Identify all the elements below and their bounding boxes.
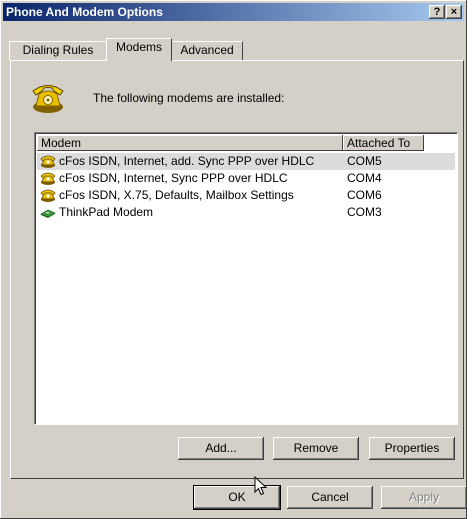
apply-label: Apply	[408, 490, 440, 504]
modem-row[interactable]: cFos ISDN, Internet, add. Sync PPP over …	[37, 153, 455, 170]
modem-name: ThinkPad Modem	[59, 205, 154, 219]
modem-card-icon	[40, 209, 56, 218]
modem-name: cFos ISDN, Internet, Sync PPP over HDLC	[59, 171, 288, 185]
remove-button[interactable]: Remove	[273, 437, 359, 460]
modem-port: COM4	[347, 171, 382, 185]
cancel-button[interactable]: Cancel	[287, 486, 373, 509]
modem-port: COM6	[347, 188, 382, 202]
modem-row[interactable]: cFos ISDN, Internet, Sync PPP over HDLC …	[37, 170, 455, 187]
apply-button[interactable]: Apply	[381, 486, 467, 509]
isdn-modem-icon	[40, 189, 56, 202]
isdn-modem-icon	[40, 155, 56, 168]
modem-name: cFos ISDN, Internet, add. Sync PPP over …	[37, 153, 343, 170]
close-button[interactable]: ×	[446, 5, 462, 19]
window-title: Phone And Modem Options	[6, 5, 163, 19]
modem-port: COM3	[347, 205, 382, 219]
modem-row[interactable]: cFos ISDN, X.75, Defaults, Mailbox Setti…	[37, 187, 455, 204]
modem-list[interactable]: Modem Attached To cFos ISDN, Internet, a…	[34, 132, 458, 425]
help-button[interactable]: ?	[429, 5, 445, 19]
properties-button[interactable]: Properties	[369, 437, 455, 460]
modem-port: COM5	[343, 153, 455, 170]
add-button[interactable]: Add...	[178, 437, 264, 460]
modem-row[interactable]: ThinkPad Modem COM3	[37, 204, 455, 221]
tab-advanced[interactable]: Advanced	[171, 41, 243, 60]
list-header: Modem Attached To	[37, 135, 455, 152]
isdn-modem-icon	[40, 172, 56, 185]
modem-name: cFos ISDN, X.75, Defaults, Mailbox Setti…	[59, 188, 294, 202]
installed-modems-label: The following modems are installed:	[93, 91, 285, 105]
phone-and-modem-dialog: Phone And Modem Options ? × Dialing Rule…	[0, 0, 467, 519]
column-header-modem[interactable]: Modem	[37, 135, 343, 151]
telephone-icon	[32, 85, 64, 113]
tab-dialing-rules[interactable]: Dialing Rules	[9, 41, 107, 60]
tab-modems[interactable]: Modems	[106, 38, 172, 61]
title-bar[interactable]: Phone And Modem Options ? ×	[3, 3, 464, 21]
column-header-attached-to[interactable]: Attached To	[343, 135, 424, 151]
mouse-pointer-icon	[254, 476, 268, 496]
